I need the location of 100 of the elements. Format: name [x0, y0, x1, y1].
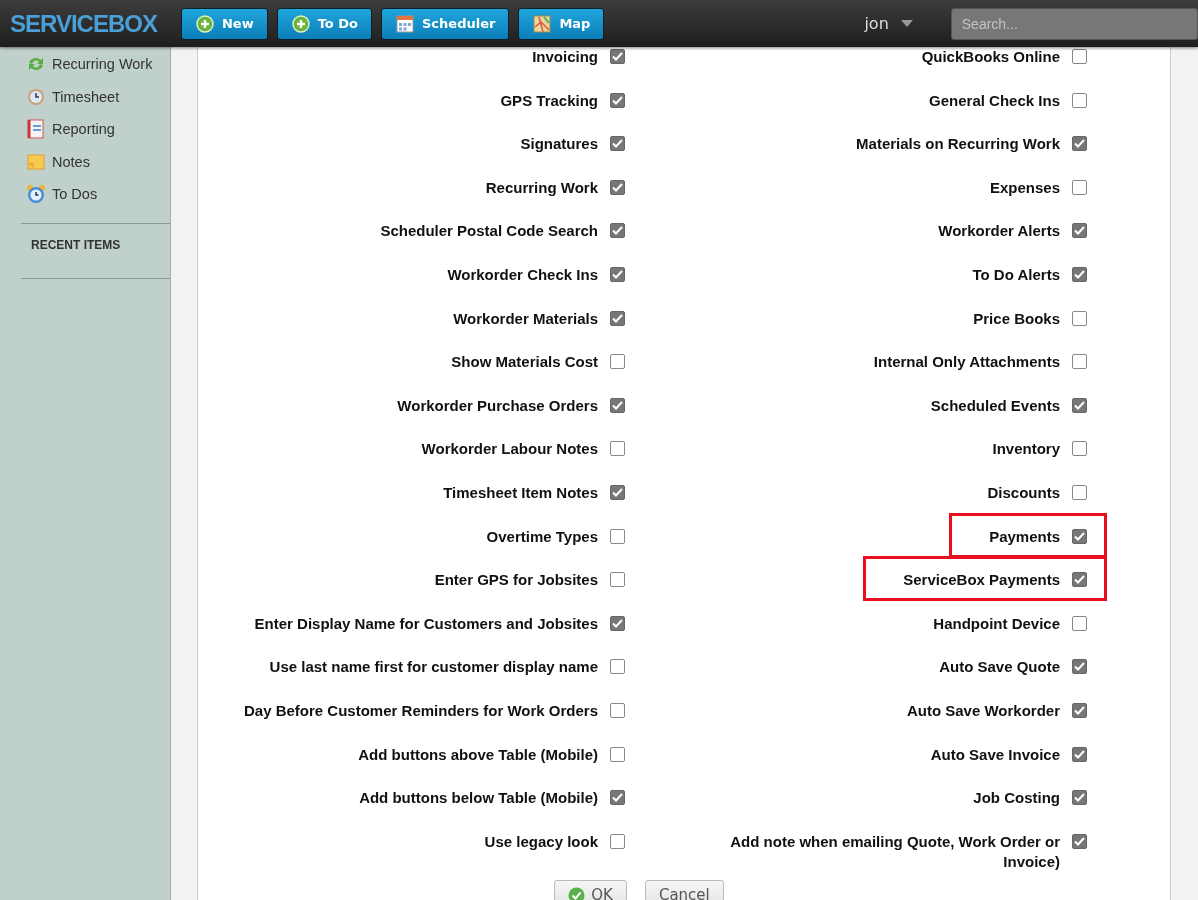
checkbox[interactable] [610, 702, 625, 718]
section-heading: RECENT ITEMS [31, 237, 122, 252]
checkbox[interactable] [610, 223, 625, 239]
setting-label: Discounts [987, 482, 1060, 503]
checkbox[interactable] [610, 354, 625, 370]
ok-button[interactable]: OK [554, 880, 627, 900]
checkbox[interactable] [1072, 484, 1087, 500]
sidebar-item[interactable]: Recurring Work [52, 56, 153, 73]
checkbox[interactable] [1072, 223, 1087, 239]
setting-label: Add buttons above Table (Mobile) [358, 744, 598, 765]
checkbox[interactable] [1072, 833, 1087, 849]
checkbox[interactable] [1072, 746, 1087, 762]
setting-label: GPS Tracking [500, 90, 598, 111]
setting-label: Expenses [989, 177, 1060, 198]
setting-label: Enter Display Name for Customers and Jobsites [254, 613, 598, 634]
checkbox[interactable] [610, 397, 625, 413]
setting-label: Use legacy look [484, 831, 598, 852]
setting-label: Timesheet Item Notes [443, 482, 598, 503]
logo[interactable]: SERVICEBOX [10, 9, 157, 38]
sidebar-item[interactable]: Timesheet [52, 88, 120, 105]
setting-label: Signatures [520, 134, 598, 155]
checkbox[interactable] [610, 659, 625, 675]
sidebar-item[interactable]: Notes [52, 153, 90, 170]
checkbox[interactable] [1072, 310, 1087, 326]
clock-icon [26, 87, 46, 106]
setting-label: Invoicing [532, 47, 598, 67]
setting-label: Internal Only Attachments [873, 352, 1060, 373]
checkbox[interactable] [1072, 354, 1087, 370]
setting-label: Workorder Check Ins [447, 264, 598, 285]
plus-icon [291, 14, 310, 33]
checkbox[interactable] [1072, 702, 1087, 718]
setting-label: Add buttons below Table (Mobile) [359, 788, 598, 809]
checkbox[interactable] [1072, 266, 1087, 282]
notebook-icon [26, 119, 46, 140]
sidebar-item[interactable]: Reporting [52, 121, 115, 138]
setting-label: To Do Alerts [972, 264, 1060, 285]
setting-label: Workorder Alerts [938, 221, 1060, 242]
setting-label: General Check Ins [929, 90, 1060, 111]
checkbox[interactable] [1072, 136, 1087, 152]
checkmark-icon [568, 886, 586, 900]
setting-label: Payments [989, 526, 1060, 547]
setting-label: Materials on Recurring Work [856, 134, 1060, 155]
plus-icon [195, 14, 214, 33]
checkbox[interactable] [610, 572, 625, 588]
caret-icon[interactable] [900, 20, 913, 27]
setting-label: QuickBooks Online [921, 47, 1060, 67]
setting-label: Job Costing [973, 788, 1060, 809]
checkbox[interactable] [610, 528, 625, 544]
setting-label: Workorder Labour Notes [421, 439, 598, 460]
setting-label: Workorder Purchase Orders [397, 395, 598, 416]
setting-label: Scheduled Events [930, 395, 1060, 416]
setting-label: Add note when emailing Quote, Work Order or Invoice) [729, 831, 1060, 872]
toolbar-button[interactable]: New [180, 7, 268, 40]
checkbox[interactable] [610, 833, 625, 849]
setting-label: Auto Save Invoice [930, 744, 1060, 765]
checkbox[interactable] [610, 441, 625, 457]
checkbox[interactable] [610, 266, 625, 282]
setting-label: Price Books [973, 308, 1060, 329]
setting-label: Auto Save Quote [939, 657, 1060, 678]
checkbox[interactable] [610, 92, 625, 108]
checkbox[interactable] [1072, 441, 1087, 457]
sidebar-item[interactable]: To Dos [52, 186, 98, 203]
toolbar-button[interactable]: Map [518, 7, 605, 40]
cancel-button[interactable]: Cancel [644, 880, 724, 900]
setting-label: Auto Save Workorder [906, 700, 1060, 721]
setting-label: Overtime Types [486, 526, 598, 547]
setting-label: Handpoint Device [933, 613, 1060, 634]
checkbox[interactable] [610, 484, 625, 500]
setting-label: Workorder Materials [453, 308, 598, 329]
checkbox[interactable] [610, 136, 625, 152]
checkbox[interactable] [1072, 572, 1087, 588]
setting-label: Inventory [992, 439, 1060, 460]
checkbox[interactable] [1072, 49, 1087, 64]
checkbox[interactable] [1072, 397, 1087, 413]
toolbar-button[interactable]: To Do [276, 7, 372, 40]
map-icon [533, 14, 552, 33]
search-field[interactable]: Search... [950, 7, 1198, 40]
checkbox[interactable] [610, 310, 625, 326]
checkbox[interactable] [1072, 92, 1087, 108]
setting-label: Scheduler Postal Code Search [380, 221, 598, 242]
setting-label: ServiceBox Payments [903, 570, 1060, 591]
alarm-clock-icon [26, 184, 46, 205]
user-menu[interactable]: jon [864, 14, 889, 33]
sticky-note-icon [26, 153, 46, 170]
checkbox[interactable] [610, 615, 625, 631]
toolbar-button[interactable]: Scheduler [381, 7, 510, 40]
checkbox[interactable] [1072, 179, 1087, 195]
checkbox[interactable] [610, 49, 625, 64]
setting-label: Day Before Customer Reminders for Work Orders [244, 700, 598, 721]
checkbox[interactable] [1072, 659, 1087, 675]
setting-label: Recurring Work [485, 177, 598, 198]
checkbox[interactable] [610, 790, 625, 806]
checkbox[interactable] [1072, 790, 1087, 806]
checkbox[interactable] [1072, 615, 1087, 631]
checkbox[interactable] [1072, 528, 1087, 544]
calendar-icon [396, 14, 414, 33]
setting-label: Use last name first for customer display name [269, 657, 598, 678]
checkbox[interactable] [610, 746, 625, 762]
checkbox[interactable] [610, 179, 625, 195]
setting-label: Enter GPS for Jobsites [434, 570, 598, 591]
